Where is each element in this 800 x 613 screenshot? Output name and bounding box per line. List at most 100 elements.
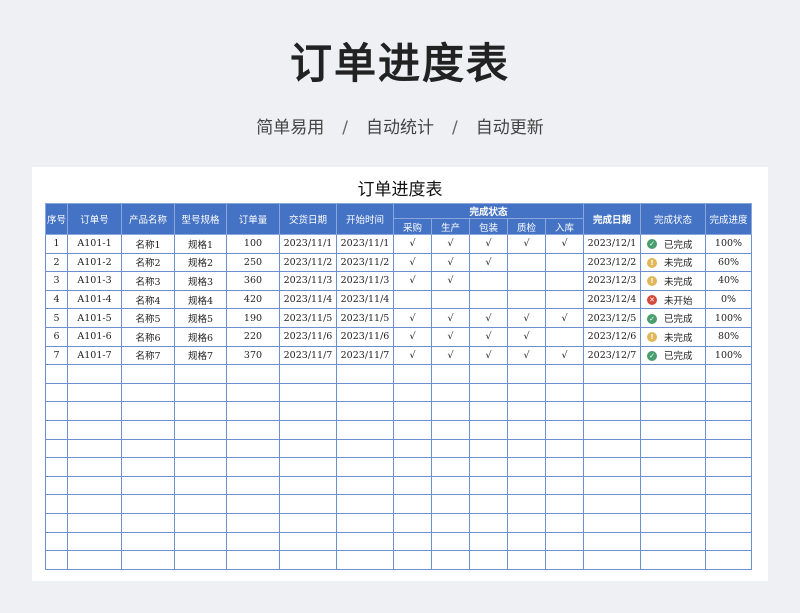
empty-cell[interactable] [469, 419, 508, 440]
cell-product[interactable]: 名称6 [121, 326, 175, 347]
empty-cell[interactable] [174, 364, 227, 384]
cell-qty[interactable]: 220 [226, 326, 280, 347]
empty-cell[interactable] [336, 457, 394, 477]
empty-cell[interactable] [393, 419, 432, 440]
empty-cell[interactable] [640, 401, 706, 421]
empty-cell[interactable] [545, 382, 584, 403]
cell-stage-check[interactable] [545, 326, 584, 347]
cell-stage-check[interactable]: √ [469, 252, 508, 273]
cell-status[interactable]: ✓ 已完成 [640, 308, 706, 328]
empty-cell[interactable] [507, 364, 546, 384]
empty-cell[interactable] [469, 475, 508, 496]
empty-cell[interactable] [583, 401, 641, 421]
cell-stage-check[interactable] [545, 271, 584, 291]
empty-cell[interactable] [226, 419, 280, 440]
empty-cell[interactable] [507, 550, 546, 570]
cell-done-date[interactable]: 2023/12/1 [583, 234, 641, 254]
empty-cell[interactable] [121, 457, 175, 477]
empty-cell[interactable] [507, 475, 546, 496]
empty-cell[interactable] [431, 438, 470, 459]
cell-stage-check[interactable] [507, 271, 546, 291]
empty-cell[interactable] [469, 550, 508, 570]
empty-cell[interactable] [174, 401, 227, 421]
empty-cell[interactable] [393, 494, 432, 514]
empty-cell[interactable] [226, 382, 280, 403]
cell-stage-check[interactable]: √ [469, 326, 508, 347]
empty-cell[interactable] [279, 457, 337, 477]
empty-cell[interactable] [226, 457, 280, 477]
empty-cell[interactable] [545, 494, 584, 514]
empty-cell[interactable] [45, 419, 68, 440]
cell-model[interactable]: 规格3 [174, 271, 227, 291]
cell-stage-check[interactable] [545, 252, 584, 273]
cell-qty[interactable]: 250 [226, 252, 280, 273]
cell-delivery[interactable]: 2023/11/2 [279, 252, 337, 273]
cell-progress[interactable]: 100% [705, 345, 752, 366]
cell-order-no[interactable]: A101-3 [67, 271, 122, 291]
cell-progress[interactable]: 0% [705, 289, 752, 310]
cell-done-date[interactable]: 2023/12/6 [583, 326, 641, 347]
cell-stage-check[interactable]: √ [545, 345, 584, 366]
empty-row[interactable] [45, 512, 752, 533]
empty-cell[interactable] [45, 382, 68, 403]
empty-cell[interactable] [393, 512, 432, 533]
table-row[interactable]: 4 A101-4 名称4 规格4 420 2023/11/4 2023/11/4 2023/1… [45, 289, 752, 310]
empty-cell[interactable] [640, 494, 706, 514]
empty-cell[interactable] [640, 419, 706, 440]
empty-cell[interactable] [469, 512, 508, 533]
empty-cell[interactable] [279, 550, 337, 570]
empty-cell[interactable] [67, 364, 122, 384]
empty-cell[interactable] [67, 550, 122, 570]
cell-stage-check[interactable]: √ [431, 326, 470, 347]
empty-cell[interactable] [583, 419, 641, 440]
empty-cell[interactable] [279, 512, 337, 533]
empty-cell[interactable] [705, 457, 752, 477]
empty-cell[interactable] [336, 475, 394, 496]
empty-cell[interactable] [45, 438, 68, 459]
empty-cell[interactable] [336, 550, 394, 570]
empty-row[interactable] [45, 438, 752, 459]
cell-product[interactable]: 名称4 [121, 289, 175, 310]
empty-cell[interactable] [393, 438, 432, 459]
cell-start[interactable]: 2023/11/1 [336, 234, 394, 254]
empty-cell[interactable] [45, 494, 68, 514]
empty-cell[interactable] [279, 531, 337, 552]
cell-seq[interactable]: 6 [45, 326, 68, 347]
empty-cell[interactable] [45, 531, 68, 552]
cell-stage-check[interactable]: √ [393, 326, 432, 347]
empty-cell[interactable] [545, 457, 584, 477]
empty-cell[interactable] [640, 382, 706, 403]
cell-stage-check[interactable] [431, 289, 470, 310]
cell-order-no[interactable]: A101-4 [67, 289, 122, 310]
empty-cell[interactable] [174, 457, 227, 477]
empty-cell[interactable] [705, 531, 752, 552]
cell-stage-check[interactable]: √ [469, 308, 508, 328]
cell-stage-check[interactable]: √ [545, 308, 584, 328]
cell-product[interactable]: 名称5 [121, 308, 175, 328]
empty-cell[interactable] [640, 364, 706, 384]
empty-cell[interactable] [121, 550, 175, 570]
empty-cell[interactable] [67, 457, 122, 477]
cell-delivery[interactable]: 2023/11/6 [279, 326, 337, 347]
empty-cell[interactable] [545, 550, 584, 570]
cell-delivery[interactable]: 2023/11/4 [279, 289, 337, 310]
empty-cell[interactable] [469, 531, 508, 552]
empty-cell[interactable] [393, 401, 432, 421]
empty-cell[interactable] [336, 531, 394, 552]
cell-progress[interactable]: 100% [705, 308, 752, 328]
empty-row[interactable] [45, 531, 752, 552]
cell-model[interactable]: 规格6 [174, 326, 227, 347]
cell-stage-check[interactable] [507, 289, 546, 310]
cell-stage-check[interactable] [393, 289, 432, 310]
cell-stage-check[interactable]: √ [469, 345, 508, 366]
cell-stage-check[interactable]: √ [431, 234, 470, 254]
empty-cell[interactable] [545, 364, 584, 384]
empty-cell[interactable] [545, 401, 584, 421]
cell-seq[interactable]: 5 [45, 308, 68, 328]
empty-cell[interactable] [431, 419, 470, 440]
cell-qty[interactable]: 190 [226, 308, 280, 328]
empty-cell[interactable] [226, 550, 280, 570]
empty-cell[interactable] [507, 382, 546, 403]
empty-cell[interactable] [431, 457, 470, 477]
empty-cell[interactable] [507, 457, 546, 477]
